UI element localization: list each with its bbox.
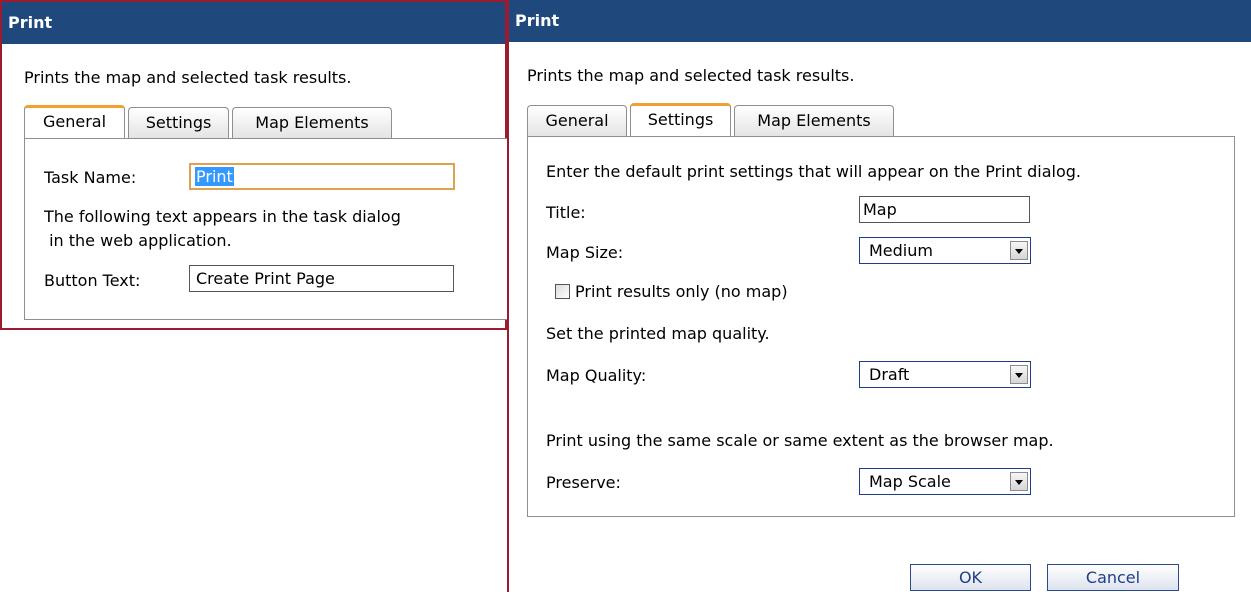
map-size-value: Medium <box>869 241 933 260</box>
general-tab-pane: Task Name: Print The following text appe… <box>24 138 509 320</box>
task-name-input[interactable]: Print <box>189 163 455 190</box>
settings-tab-pane: Enter the default print settings that wi… <box>527 136 1235 517</box>
tab-general[interactable]: General <box>527 105 627 136</box>
map-size-label: Map Size: <box>546 243 624 262</box>
settings-intro: Enter the default print settings that wi… <box>546 162 1081 181</box>
preserve-select[interactable]: Map Scale <box>859 468 1031 495</box>
map-quality-select[interactable]: Draft <box>859 361 1031 388</box>
selected-text: Print <box>195 167 234 186</box>
dialog-title: Print <box>2 2 505 44</box>
chevron-down-icon[interactable] <box>1010 472 1028 491</box>
map-quality-label: Map Quality: <box>546 366 647 385</box>
results-only-checkbox[interactable] <box>555 284 570 299</box>
tab-settings[interactable]: Settings <box>128 107 229 138</box>
chevron-down-icon[interactable] <box>1010 365 1028 384</box>
dialog-description: Prints the map and selected task results… <box>527 66 855 85</box>
tab-map-elements[interactable]: Map Elements <box>232 107 392 138</box>
tab-map-elements[interactable]: Map Elements <box>734 105 894 136</box>
preserve-value: Map Scale <box>869 472 951 491</box>
info-text-line1: The following text appears in the task d… <box>44 207 401 226</box>
print-dialog-general: Print Prints the map and selected task r… <box>0 0 509 330</box>
preserve-label: Preserve: <box>546 473 621 492</box>
map-quality-value: Draft <box>869 365 910 384</box>
button-text-label: Button Text: <box>44 271 141 290</box>
dialog-title: Print <box>509 0 1251 42</box>
ok-button[interactable]: OK <box>910 564 1031 591</box>
title-label: Title: <box>546 203 586 222</box>
dialog-description: Prints the map and selected task results… <box>24 68 352 87</box>
tab-general[interactable]: General <box>24 105 125 138</box>
quality-intro: Set the printed map quality. <box>546 324 770 343</box>
cancel-button[interactable]: Cancel <box>1047 564 1179 591</box>
results-only-label: Print results only (no map) <box>575 282 788 301</box>
info-text-line2: in the web application. <box>44 231 232 250</box>
tab-settings[interactable]: Settings <box>630 103 731 136</box>
print-dialog-settings: Print Prints the map and selected task r… <box>507 0 1251 592</box>
preserve-intro: Print using the same scale or same exten… <box>546 431 1054 450</box>
button-text-input[interactable]: Create Print Page <box>189 265 454 292</box>
task-name-label: Task Name: <box>44 168 137 187</box>
chevron-down-icon[interactable] <box>1010 241 1028 260</box>
title-input[interactable]: Map <box>859 196 1030 223</box>
map-size-select[interactable]: Medium <box>859 237 1031 264</box>
